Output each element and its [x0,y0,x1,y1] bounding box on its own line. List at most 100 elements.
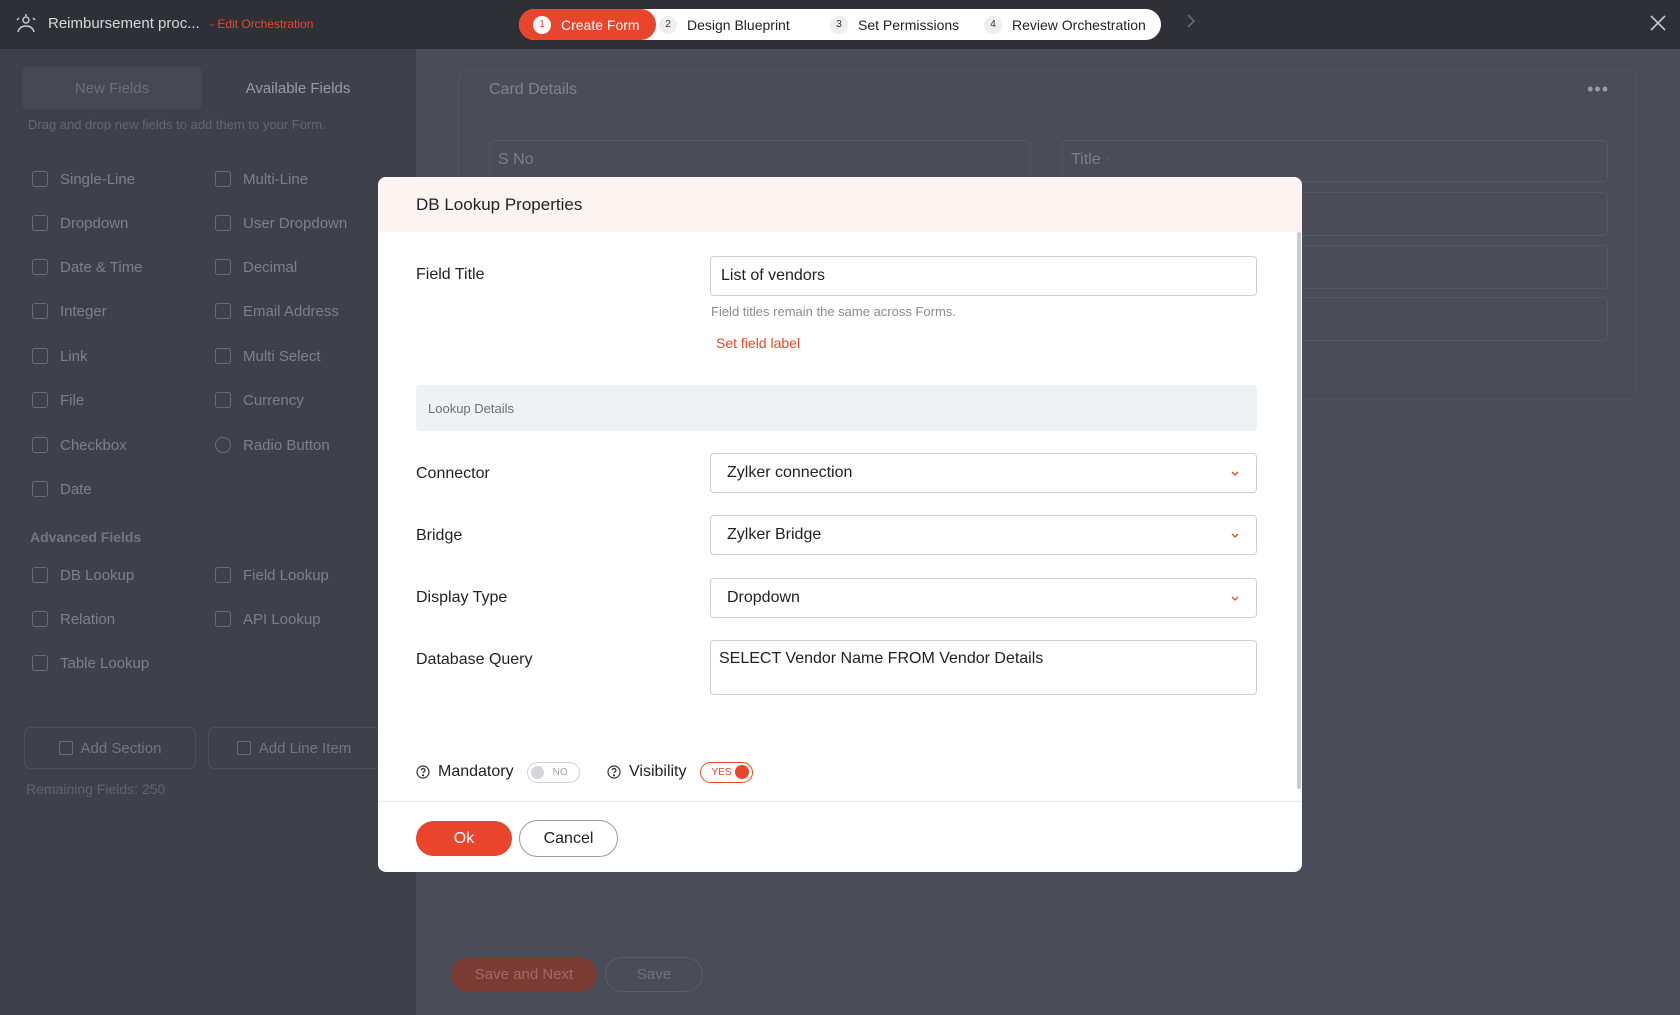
field-multi-select[interactable]: Multi Select [207,338,379,374]
field-dropdown[interactable]: Dropdown [24,205,196,241]
field-decimal[interactable]: Decimal [207,249,379,285]
relation-icon [32,611,48,627]
field-label: User Dropdown [243,214,348,232]
field-table-lookup[interactable]: Table Lookup [24,645,196,681]
display-type-label: Display Type [416,589,508,606]
app-title: Reimbursement proc... [48,15,200,32]
mandatory-row: Mandatory NO [416,761,580,783]
field-link[interactable]: Link [24,338,196,374]
field-label: Link [60,347,88,365]
add-section-button[interactable]: Add Section [24,727,196,769]
dropdown-icon [32,215,48,231]
field-label: DB Lookup [60,566,135,584]
dialog-scrollbar[interactable] [1297,232,1301,789]
field-date[interactable]: Date [24,471,196,507]
tab-available-fields[interactable]: Available Fields [208,67,388,109]
multi-line-icon [215,171,231,187]
field-title-help: Field titles remain the same across Form… [711,304,956,319]
database-icon [32,567,48,583]
edit-orchestration-link[interactable]: - Edit Orchestration [210,17,313,31]
field-db-lookup[interactable]: DB Lookup [24,557,196,593]
button-label: Add Section [80,739,162,757]
connector-select[interactable]: Zylker connection [710,453,1257,493]
integer-icon [32,303,48,319]
toggle-knob [734,765,749,779]
select-value: Dropdown [727,589,800,606]
table-icon [32,655,48,671]
field-title-input[interactable]: List of vendors [710,256,1257,296]
radio-icon [215,437,231,453]
field-api-lookup[interactable]: API Lookup [207,601,379,637]
query-value: SELECT Vendor Name FROM Vendor Details [719,650,1044,667]
tab-new-fields[interactable]: New Fields [22,67,202,109]
link-icon [32,348,48,364]
stepper: 1 Create Form 2 Design Blueprint 3 Set P… [519,9,1161,40]
set-field-label-link[interactable]: Set field label [716,335,800,351]
field-lookup-icon [215,567,231,583]
help-icon[interactable] [416,765,430,779]
decimal-icon [215,259,231,275]
field-title-label: Field Title [416,266,485,283]
dialog-header: DB Lookup Properties [378,177,1302,232]
cancel-button[interactable]: Cancel [519,820,618,857]
field-email[interactable]: Email Address [207,293,379,329]
sno-field[interactable]: S No [489,140,1031,182]
field-date-time[interactable]: Date & Time [24,249,196,285]
field-file[interactable]: File [24,382,196,418]
toggle-state: NO [552,766,568,778]
field-label: Single-Line [60,170,136,188]
multi-select-icon [215,348,231,364]
display-type-select[interactable]: Dropdown [710,578,1257,618]
field-relation[interactable]: Relation [24,601,196,637]
save-button[interactable]: Save [605,957,703,992]
more-options-icon[interactable]: ••• [1587,79,1609,100]
db-lookup-properties-dialog: DB Lookup Properties Field Title List of… [378,177,1302,872]
step-number: 1 [533,15,551,34]
visibility-toggle[interactable]: YES [699,761,753,783]
chevron-right-icon[interactable] [1186,14,1196,28]
close-icon[interactable] [1649,14,1667,32]
field-currency[interactable]: Currency [207,382,379,418]
field-label: File [60,391,85,409]
field-field-lookup[interactable]: Field Lookup [207,557,379,593]
field-user-dropdown[interactable]: User Dropdown [207,205,379,241]
step-design-blueprint[interactable]: 2 Design Blueprint [659,9,790,40]
title-field[interactable]: Title * [1062,140,1608,182]
palette-hint: Drag and drop new fields to add them to … [28,117,326,132]
save-and-next-button[interactable]: Save and Next [451,957,597,992]
advanced-fields-title: Advanced Fields [30,529,142,545]
help-icon[interactable] [607,765,621,779]
database-query-label: Database Query [416,651,533,668]
palette-tabs: New Fields Available Fields [22,67,392,109]
field-single-line[interactable]: Single-Line [24,161,196,197]
ok-button[interactable]: Ok [416,821,512,856]
section-title: Lookup Details [428,401,514,416]
step-set-permissions[interactable]: 3 Set Permissions [830,9,959,40]
field-checkbox[interactable]: Checkbox [24,427,196,463]
database-query-input[interactable]: SELECT Vendor Name FROM Vendor Details [710,640,1257,695]
dialog-title: DB Lookup Properties [416,195,583,214]
field-label: Decimal [243,258,298,276]
field-multi-line[interactable]: Multi-Line [207,161,379,197]
field-integer[interactable]: Integer [24,293,196,329]
field-label: S No [498,151,534,168]
api-lookup-icon [215,611,231,627]
chevron-down-icon [1231,471,1239,476]
field-label: Multi Select [243,347,321,365]
step-review-orchestration[interactable]: 4 Review Orchestration [984,9,1146,40]
card-title: Card Details [489,81,578,98]
calendar-icon [32,481,48,497]
mandatory-label: Mandatory [438,763,514,780]
field-radio-button[interactable]: Radio Button [207,427,379,463]
remaining-fields: Remaining Fields: 250 [26,781,166,797]
step-create-form[interactable]: 1 Create Form [519,9,656,40]
field-label: Checkbox [60,436,127,454]
mandatory-toggle[interactable]: NO [526,761,580,783]
field-label: Radio Button [243,436,330,454]
step-label: Review Orchestration [1012,16,1146,33]
bridge-select[interactable]: Zylker Bridge [710,515,1257,555]
add-line-item-button[interactable]: Add Line Item [208,727,380,769]
field-label: Currency [243,391,304,409]
select-value: Zylker connection [727,464,853,481]
checkbox-icon [32,437,48,453]
